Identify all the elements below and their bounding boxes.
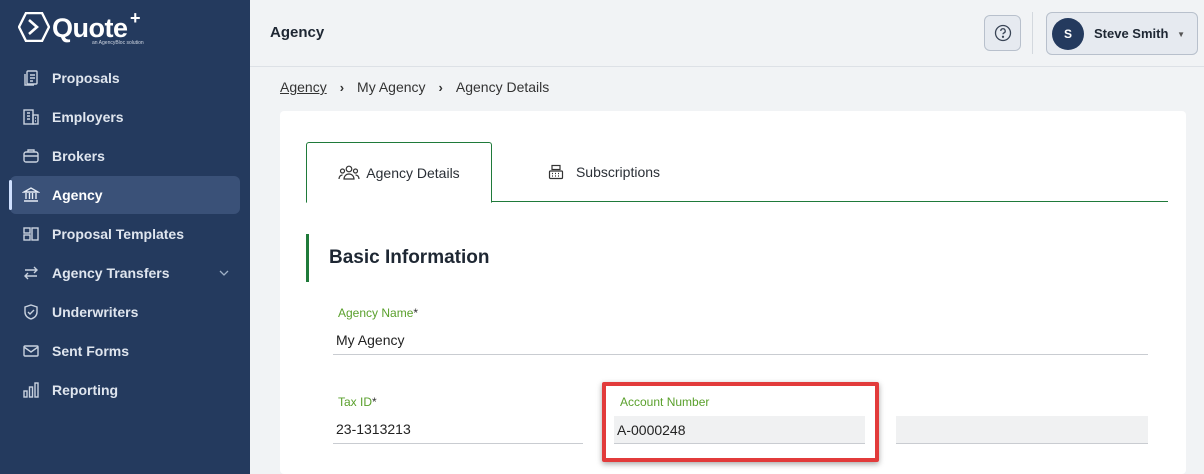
users-group-icon (338, 164, 360, 182)
building-icon (21, 107, 41, 127)
sidebar-item-label: Brokers (52, 148, 105, 164)
sidebar-item-label: Proposals (52, 70, 120, 86)
tax-id-label: Tax ID* (338, 395, 377, 409)
sidebar-item-label: Underwriters (52, 304, 139, 320)
question-circle-icon (994, 24, 1011, 42)
bank-icon (21, 185, 41, 205)
briefcase-icon (21, 146, 41, 166)
sidebar-item-agency-transfers[interactable]: Agency Transfers (10, 254, 240, 292)
chevron-down-icon[interactable] (218, 267, 230, 279)
header-divider (1032, 12, 1033, 54)
shield-check-icon (21, 302, 41, 322)
sidebar-item-underwriters[interactable]: Underwriters (10, 293, 240, 331)
sidebar-item-sent-forms[interactable]: Sent Forms (10, 332, 240, 370)
sidebar-item-label: Reporting (52, 382, 119, 398)
breadcrumb-separator-icon: › (339, 79, 345, 95)
agency-name-label: Agency Name* (338, 306, 418, 320)
top-header: Agency S Steve Smith ▼ (250, 0, 1204, 67)
bar-chart-icon (21, 380, 41, 400)
required-mark: * (372, 395, 377, 409)
caret-down-icon: ▼ (1177, 30, 1185, 39)
sidebar-item-proposal-templates[interactable]: Proposal Templates (10, 215, 240, 253)
page-title: Agency (270, 24, 325, 41)
sidebar-item-label: Proposal Templates (52, 226, 185, 242)
logo-plus: + (130, 8, 141, 28)
avatar: S (1052, 17, 1084, 50)
app-logo[interactable]: Quote + an AgencyBloc solution (18, 8, 158, 50)
tab-label: Agency Details (366, 164, 460, 181)
sidebar-item-proposals[interactable]: Proposals (10, 59, 240, 97)
tab-agency-details[interactable]: Agency Details (306, 142, 492, 203)
section-title: Basic Information (306, 234, 489, 282)
logo-subtitle: an AgencyBloc solution (92, 40, 144, 46)
sidebar: Quote + an AgencyBloc solution Proposals… (0, 0, 250, 474)
tab-bar: Agency Details Subscriptions (306, 142, 1168, 203)
breadcrumb-item-my-agency: My Agency (357, 79, 426, 95)
sidebar-item-label: Employers (52, 109, 124, 125)
logo-hexagon-icon (18, 12, 50, 42)
account-number-field: A-0000248 (614, 416, 865, 444)
sidebar-item-agency[interactable]: Agency (9, 176, 240, 214)
sidebar-item-label: Agency Transfers (52, 265, 170, 281)
agency-name-label-text: Agency Name (338, 306, 414, 320)
transfer-arrows-icon (21, 263, 41, 283)
account-number-label: Account Number (620, 395, 710, 409)
sidebar-item-brokers[interactable]: Brokers (10, 137, 240, 175)
template-icon (21, 224, 41, 244)
sidebar-item-label: Sent Forms (52, 343, 130, 359)
breadcrumb: Agency › My Agency › Agency Details (280, 79, 549, 95)
help-button[interactable] (984, 15, 1021, 51)
tax-id-field[interactable]: 23-1313213 (333, 414, 583, 444)
tab-subscriptions[interactable]: Subscriptions (538, 142, 670, 202)
document-stack-icon (21, 68, 41, 88)
sidebar-item-reporting[interactable]: Reporting (10, 371, 240, 409)
sidebar-nav: Proposals Employers Brokers Agency Propo… (9, 59, 240, 410)
empty-readonly-field (896, 416, 1148, 444)
cash-register-icon (548, 163, 570, 181)
sidebar-item-employers[interactable]: Employers (10, 98, 240, 136)
tab-label: Subscriptions (575, 164, 661, 180)
agency-details-card: Agency Details Subscriptions Basic Infor… (280, 111, 1186, 474)
user-name: Steve Smith (1094, 26, 1169, 41)
breadcrumb-separator-icon: › (438, 79, 443, 95)
sidebar-item-label: Agency (52, 187, 103, 203)
tax-id-label-text: Tax ID (338, 395, 373, 409)
envelope-icon (21, 341, 41, 361)
breadcrumb-link-agency[interactable]: Agency (280, 79, 327, 95)
breadcrumb-item-current: Agency Details (455, 79, 550, 95)
user-menu-button[interactable]: S Steve Smith ▼ (1046, 12, 1198, 55)
required-mark: * (413, 306, 419, 320)
agency-name-field[interactable]: My Agency (333, 325, 1148, 355)
